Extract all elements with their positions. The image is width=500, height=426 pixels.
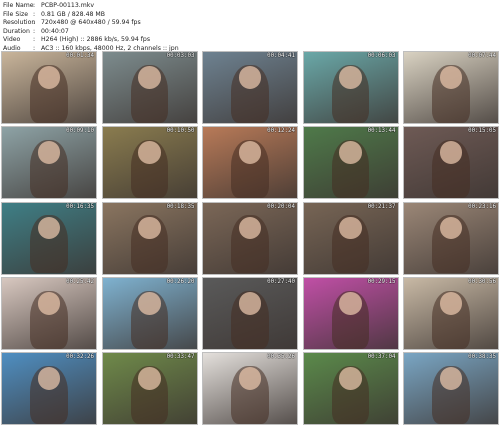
timestamp-label: 00:06:03	[367, 53, 396, 59]
timestamp-label: 00:29:15	[367, 278, 396, 285]
timestamp-label: 00:26:20	[166, 278, 195, 285]
face-shape	[339, 367, 362, 390]
info-file-name: File Name: PCBP-00113.mkv	[3, 2, 179, 11]
face-shape	[339, 141, 362, 165]
face-shape	[339, 216, 362, 240]
thumbnail-grid: 00:01:34 00:03:03 00:04:41 00:06:03 00:07:44…	[1, 51, 499, 425]
timestamp-label: 00:32:26	[66, 354, 94, 360]
info-key: Video	[3, 36, 21, 44]
timestamp-label: 00:30:56	[468, 278, 496, 285]
thumbnail[interactable]: 00:04:41	[202, 51, 298, 124]
thumbnail[interactable]: 00:01:34	[1, 51, 97, 124]
face-shape	[138, 216, 161, 240]
timestamp-label: 00:20:04	[267, 203, 295, 210]
timestamp-label: 00:21:37	[367, 203, 396, 210]
timestamp-label: 00:35:26	[267, 354, 295, 360]
timestamp-label: 00:18:35	[166, 203, 195, 210]
info-value: 720x480 @ 640x480 / 59.94 fps	[41, 19, 141, 27]
thumbnail[interactable]: 00:03:03	[101, 51, 198, 124]
info-separator: :	[33, 10, 36, 18]
timestamp-label: 00:01:34	[66, 53, 94, 59]
timestamp-label: 00:09:10	[66, 128, 94, 135]
face-shape	[138, 291, 161, 315]
info-value: 0.81 GB / 828.48 MB	[41, 10, 106, 18]
face-shape	[238, 367, 262, 390]
thumbnail[interactable]: 00:30:56	[403, 276, 499, 350]
info-value: 00:40:07	[41, 27, 69, 35]
timestamp-label: 00:07:44	[468, 53, 496, 59]
face-shape	[439, 367, 463, 390]
thumbnail[interactable]: 00:33:47	[101, 352, 198, 425]
timestamp-label: 00:04:41	[267, 53, 295, 59]
thumbnail[interactable]: 00:32:26	[1, 352, 97, 425]
timestamp-label: 00:33:47	[166, 354, 195, 360]
info-key: Duration	[3, 27, 30, 35]
face-shape	[37, 66, 61, 89]
thumbnail[interactable]: 00:25:42	[1, 276, 97, 350]
thumbnail[interactable]: 00:07:44	[403, 51, 499, 124]
face-shape	[439, 66, 463, 89]
timestamp-label: 00:12:24	[267, 128, 295, 135]
info-separator: :	[33, 36, 36, 44]
face-shape	[138, 66, 161, 89]
face-shape	[138, 367, 161, 390]
info-separator: :	[33, 19, 36, 27]
face-shape	[238, 291, 262, 315]
info-separator: :	[33, 2, 36, 9]
info-separator: :	[33, 27, 36, 35]
info-key: File Name	[3, 2, 34, 9]
thumbnail[interactable]: 00:29:15	[302, 276, 399, 350]
thumbnail[interactable]: 00:37:04	[302, 352, 399, 425]
thumbnail[interactable]: 00:15:05	[403, 126, 499, 200]
info-header: File Name: PCBP-00113.mkv File Size:0.81 …	[3, 2, 179, 54]
thumbnail[interactable]: 00:27:40	[202, 276, 298, 350]
info-file-size: File Size:0.81 GB / 828.48 MB	[3, 11, 179, 20]
info-key: Resolution	[3, 19, 36, 27]
thumbnail[interactable]: 00:09:10	[1, 126, 97, 200]
thumbnail[interactable]: 00:20:04	[202, 201, 298, 275]
info-value: PCBP-00113.mkv	[41, 2, 95, 9]
thumbnail[interactable]: 00:23:16	[403, 201, 499, 275]
timestamp-label: 00:10:50	[166, 128, 195, 135]
timestamp-label: 00:16:35	[66, 203, 94, 210]
thumbnail[interactable]: 00:26:20	[101, 276, 198, 350]
info-duration: Duration:00:40:07	[3, 28, 179, 37]
face-shape	[238, 66, 262, 89]
thumbnail[interactable]: 00:18:35	[101, 201, 198, 275]
thumbnail[interactable]: 00:16:35	[1, 201, 97, 275]
thumbnail[interactable]: 00:35:26	[202, 352, 298, 425]
timestamp-label: 00:37:04	[367, 354, 396, 360]
face-shape	[138, 141, 161, 165]
timestamp-label: 00:27:40	[267, 278, 295, 285]
info-value: H264 (High) :: 2886 kb/s, 59.94 fps	[41, 36, 151, 44]
timestamp-label: 00:38:35	[468, 354, 496, 360]
face-shape	[339, 291, 362, 315]
timestamp-label: 00:13:44	[367, 128, 396, 135]
face-shape	[37, 367, 61, 390]
thumbnail[interactable]: 00:38:35	[403, 352, 499, 425]
thumbnail[interactable]: 00:10:50	[101, 126, 198, 200]
timestamp-label: 00:15:05	[468, 128, 496, 135]
face-shape	[37, 291, 61, 315]
thumbnail[interactable]: 00:12:24	[202, 126, 298, 200]
timestamp-label: 00:25:42	[66, 278, 94, 285]
info-key: File Size	[3, 10, 29, 18]
thumbnail[interactable]: 00:06:03	[302, 51, 399, 124]
face-shape	[339, 66, 362, 89]
face-shape	[439, 291, 463, 315]
timestamp-label: 00:23:16	[468, 203, 496, 210]
thumbnail[interactable]: 00:21:37	[302, 201, 399, 275]
info-resolution: Resolution:720x480 @ 640x480 / 59.94 fps	[3, 19, 179, 28]
info-video: Video: H264 (High) :: 2886 kb/s, 59.94 fp…	[3, 36, 179, 45]
thumbnail[interactable]: 00:13:44	[302, 126, 399, 200]
timestamp-label: 00:03:03	[166, 53, 195, 59]
